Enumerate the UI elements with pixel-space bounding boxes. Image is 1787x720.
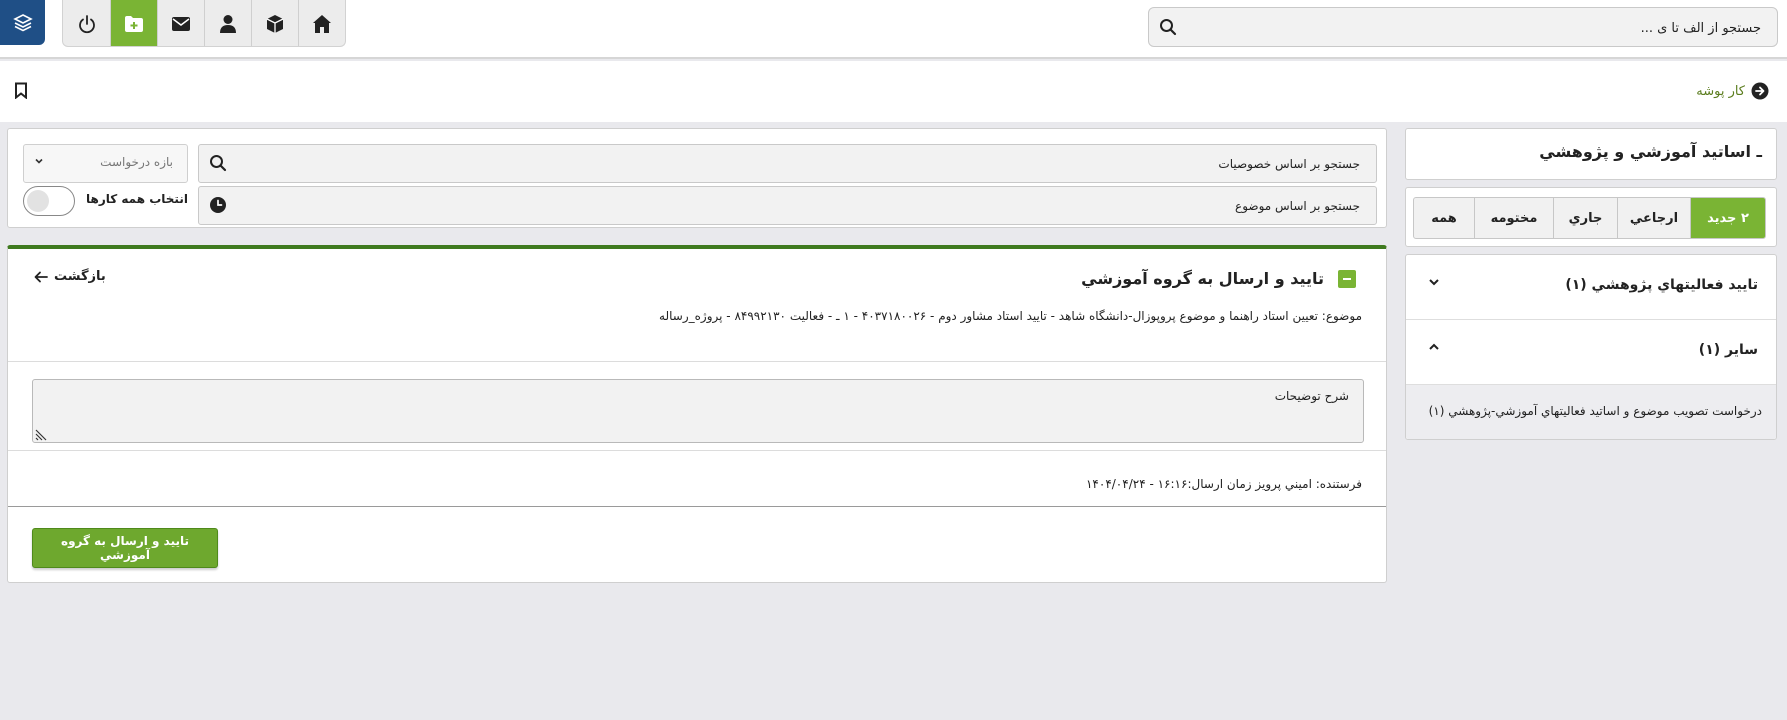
chevron-down-icon [35, 158, 43, 164]
arrow-left-icon [34, 271, 48, 282]
filter-card: بازه درخواست انتخاب همه کارها [7, 128, 1387, 228]
request-range-select[interactable]: بازه درخواست [23, 144, 188, 183]
new-folder-button[interactable] [110, 0, 157, 46]
breadcrumb[interactable]: کار پوشه [1696, 82, 1769, 100]
divider [8, 361, 1386, 362]
chevron-down-icon [1429, 279, 1439, 286]
tab-current[interactable]: جاري [1553, 198, 1617, 238]
property-search-input[interactable] [258, 145, 1362, 182]
divider [8, 506, 1386, 507]
range-select-value: بازه درخواست [100, 155, 173, 169]
select-all-label: انتخاب همه کارها [86, 192, 188, 206]
category-label: تاييد فعاليتهاي پژوهشي (۱) [1565, 277, 1758, 293]
profile-button[interactable] [204, 0, 251, 46]
task-subject: موضوع: تعيين استاد راهنما و موضوع پروپوز… [659, 309, 1362, 323]
approve-send-button[interactable]: تاييد و ارسال به گروه آموزشي [32, 528, 218, 568]
clock-icon[interactable] [209, 196, 227, 214]
sidebar-title: ـ اساتيد آموزشي و پژوهشي [1539, 142, 1762, 161]
tab-all[interactable]: همه [1414, 198, 1474, 238]
app-menu-button[interactable] [0, 0, 45, 45]
mail-icon [172, 16, 190, 31]
user-icon [220, 14, 236, 33]
minus-icon [1343, 278, 1351, 280]
bookmark-button[interactable] [14, 82, 28, 103]
tab-new[interactable]: ۲ جديد [1690, 198, 1765, 238]
resize-grip-icon[interactable] [34, 428, 48, 442]
category-other[interactable]: ساير (۱) [1406, 320, 1776, 385]
status-tabs: ۲ جديد ارجاعي جاري مختومه همه [1413, 197, 1766, 239]
home-button[interactable] [298, 0, 345, 46]
divider [8, 450, 1386, 451]
toggle-knob [27, 190, 49, 212]
category-list: تاييد فعاليتهاي پژوهشي (۱) ساير (۱) درخو… [1405, 254, 1777, 440]
sub-item-label: درخواست تصويب موضوع و اساتيد فعاليتهاي آ… [1428, 404, 1762, 418]
messages-button[interactable] [157, 0, 204, 46]
property-search [198, 144, 1377, 183]
back-label: بازگشت [54, 269, 106, 284]
breadcrumb-label: کار پوشه [1696, 83, 1745, 99]
description-textarea[interactable] [32, 379, 1364, 443]
breadcrumb-bar [0, 61, 1787, 122]
sender-info: فرستنده: اميني پرويز زمان ارسال:۱۶:۱۶ - … [1085, 477, 1362, 491]
category-sub-item[interactable]: درخواست تصويب موضوع و اساتيد فعاليتهاي آ… [1406, 385, 1776, 439]
global-search-input[interactable] [1199, 8, 1763, 48]
task-detail-card: تاييد و ارسال به گروه آموزشي بازگشت موضو… [7, 245, 1387, 583]
collapse-button[interactable] [1338, 270, 1356, 288]
tab-closed[interactable]: مختومه [1474, 198, 1553, 238]
global-search [1148, 7, 1778, 48]
power-icon [78, 14, 95, 33]
tab-referred[interactable]: ارجاعي [1617, 198, 1690, 238]
bookmark-icon [15, 82, 27, 100]
home-icon [313, 14, 331, 33]
search-icon[interactable] [1159, 18, 1177, 36]
back-button[interactable]: بازگشت [34, 269, 106, 284]
packages-button[interactable] [251, 0, 298, 46]
layers-icon [12, 13, 33, 31]
subject-search [198, 186, 1377, 225]
search-icon[interactable] [209, 154, 227, 172]
category-label: ساير (۱) [1698, 342, 1758, 358]
logout-button[interactable] [63, 0, 110, 46]
select-all-toggle[interactable] [23, 186, 75, 216]
box-icon [266, 14, 284, 33]
card-title: تاييد و ارسال به گروه آموزشي [1081, 269, 1324, 288]
folder-plus-icon [125, 15, 143, 32]
toolbar [62, 0, 346, 47]
chevron-up-icon [1429, 343, 1439, 350]
status-filter-card: ۲ جديد ارجاعي جاري مختومه همه [1405, 187, 1777, 247]
subject-search-input[interactable] [258, 187, 1362, 224]
category-research-approval[interactable]: تاييد فعاليتهاي پژوهشي (۱) [1406, 255, 1776, 320]
arrow-circle-right-icon [1751, 82, 1769, 100]
sidebar-title-card: ـ اساتيد آموزشي و پژوهشي [1405, 128, 1777, 180]
